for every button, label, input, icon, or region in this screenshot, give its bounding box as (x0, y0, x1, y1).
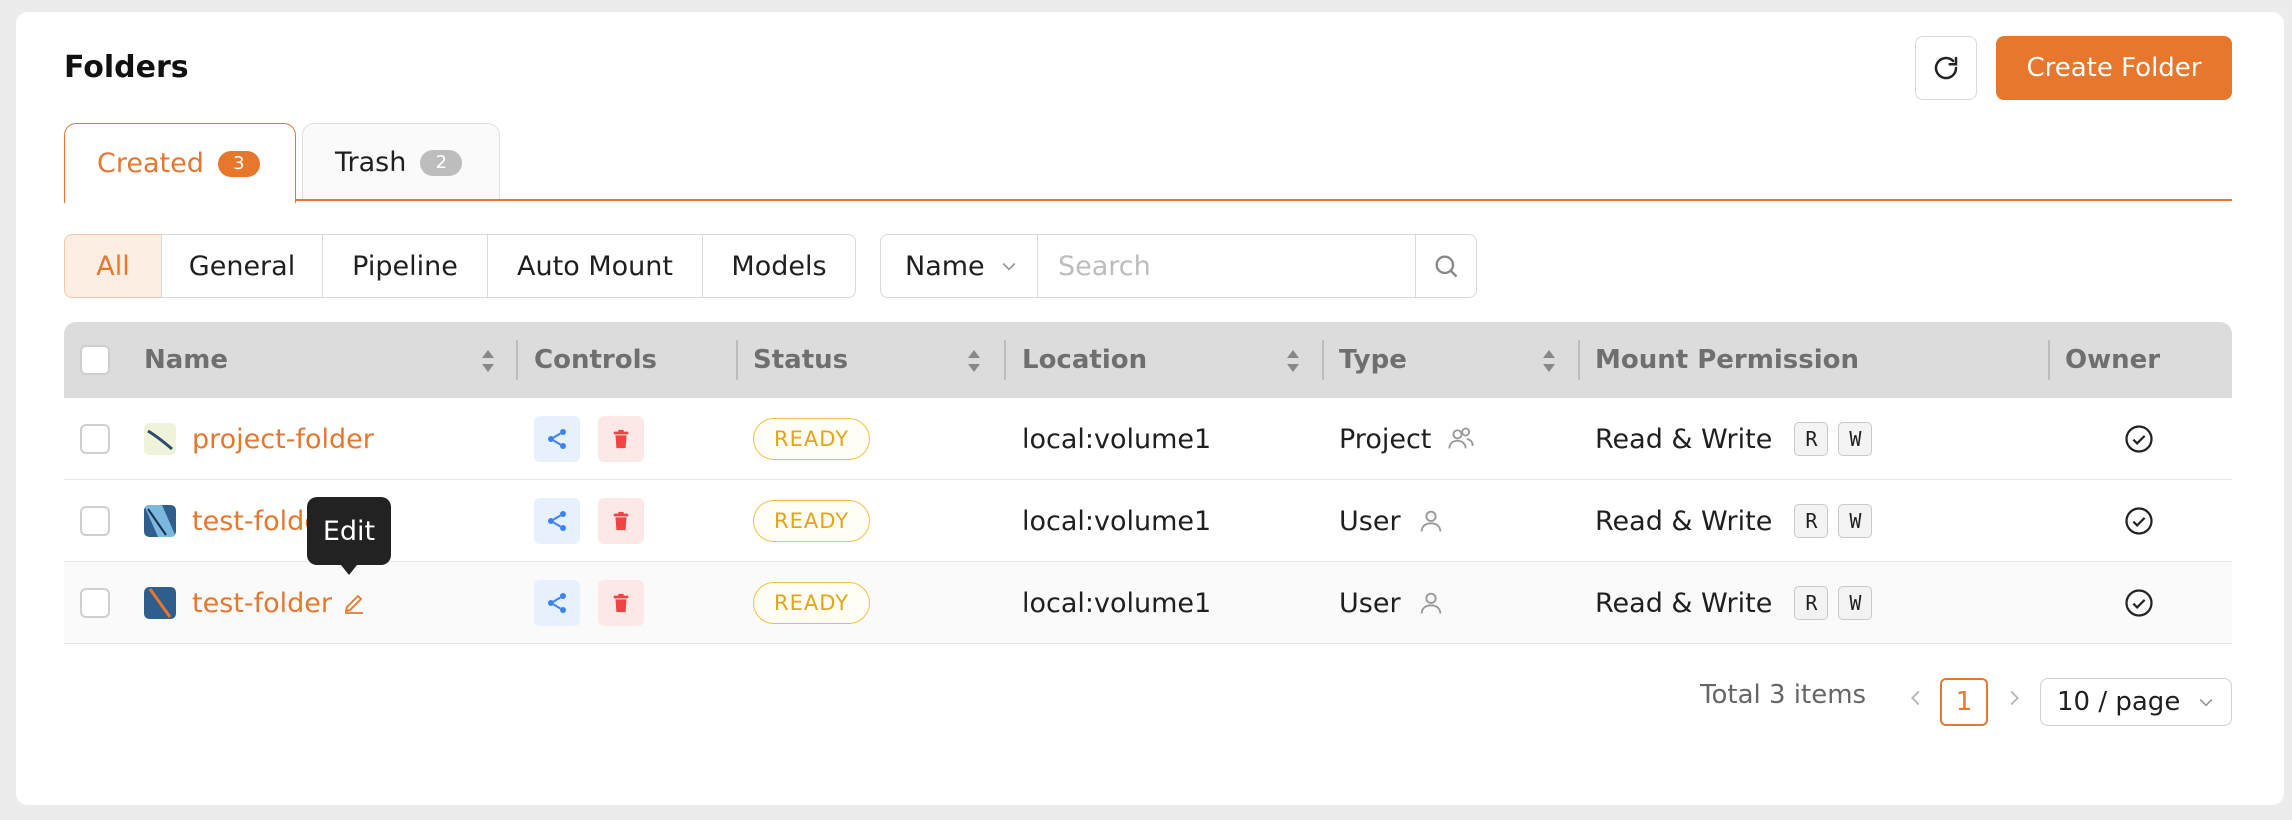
column-type[interactable]: Type (1339, 322, 1407, 398)
filter-general[interactable]: General (161, 234, 323, 298)
check-circle-icon (2125, 589, 2153, 617)
table-row: test-folder READY local:volume1 User Rea… (64, 562, 2232, 644)
count-badge: 2 (420, 149, 463, 176)
delete-button[interactable] (598, 580, 644, 626)
search-input[interactable] (1037, 234, 1416, 298)
refresh-button[interactable] (1915, 36, 1977, 100)
column-name[interactable]: Name (144, 322, 228, 398)
create-folder-button[interactable]: Create Folder (1996, 36, 2232, 100)
project-icon (1448, 427, 1474, 449)
type-text: User (1339, 587, 1401, 619)
row-checkbox[interactable] (80, 588, 110, 618)
trash-icon (613, 511, 629, 531)
chevron-right-icon (2010, 690, 2019, 706)
folder-type-icon (144, 505, 176, 537)
delete-button[interactable] (598, 498, 644, 544)
search-field-value: Name (905, 250, 985, 282)
sort-icon[interactable] (1286, 348, 1300, 374)
status-badge: READY (753, 582, 871, 624)
read-key: R (1794, 422, 1829, 456)
column-status[interactable]: Status (753, 322, 848, 398)
page-title: Folders (64, 50, 189, 85)
user-icon (1420, 510, 1441, 532)
page-size-value: 10 / page (2057, 687, 2181, 717)
write-key: W (1838, 422, 1873, 456)
search-button[interactable] (1415, 234, 1477, 298)
folder-type-icon (144, 423, 176, 455)
column-location[interactable]: Location (1022, 322, 1147, 398)
row-checkbox[interactable] (80, 424, 110, 454)
column-divider (1578, 340, 1580, 380)
column-divider (2048, 340, 2050, 380)
column-divider (516, 340, 518, 380)
folder-name-link[interactable]: test-folder (192, 588, 332, 619)
page-number-button[interactable]: 1 (1940, 678, 1988, 726)
location-text: local:volume1 (1022, 505, 1212, 537)
column-divider (736, 340, 738, 380)
location-text: local:volume1 (1022, 423, 1212, 455)
share-button[interactable] (534, 416, 580, 462)
location-text: local:volume1 (1022, 587, 1212, 619)
tab-underline (64, 199, 2232, 201)
table-header: Name Controls Status Location Type Mount… (64, 322, 2232, 398)
permission-text: Read & Write (1595, 587, 1773, 619)
chevron-down-icon (2199, 698, 2213, 707)
trash-icon (613, 429, 629, 449)
sort-icon[interactable] (967, 348, 981, 374)
chevron-down-icon (1002, 262, 1016, 271)
permission-text: Read & Write (1595, 505, 1773, 537)
status-badge: READY (753, 418, 871, 460)
tab-trash[interactable]: Trash 2 (302, 123, 500, 201)
chevron-left-icon (1911, 690, 1920, 706)
prev-page-button[interactable] (1905, 684, 1927, 719)
filter-all[interactable]: All (64, 234, 162, 298)
type-text: Project (1339, 423, 1432, 455)
share-icon (548, 511, 566, 531)
filter-auto-mount[interactable]: Auto Mount (487, 234, 703, 298)
write-key: W (1838, 586, 1873, 620)
check-circle-icon (2125, 507, 2153, 535)
filter-models[interactable]: Models (702, 234, 856, 298)
filter-pipeline[interactable]: Pipeline (322, 234, 488, 298)
search-field-select[interactable]: Name (880, 234, 1038, 298)
edit-tooltip: Edit (307, 497, 391, 575)
column-divider (1322, 340, 1324, 380)
permission-text: Read & Write (1595, 423, 1773, 455)
column-controls: Controls (534, 345, 657, 375)
read-key: R (1794, 504, 1829, 538)
folder-name-link[interactable]: project-folder (192, 424, 374, 455)
count-badge: 3 (217, 150, 260, 177)
read-key: R (1794, 586, 1829, 620)
total-items-text: Total 3 items (1700, 680, 1867, 710)
edit-icon[interactable] (342, 591, 366, 615)
search-icon (1435, 255, 1458, 278)
user-icon (1420, 592, 1441, 614)
column-divider (1004, 340, 1006, 380)
tab-label: Created (97, 148, 204, 179)
table-row: project-folder READY local:volume1 Proje… (64, 398, 2232, 480)
folder-type-icon (144, 587, 176, 619)
share-icon (548, 593, 566, 613)
tab-label: Trash (335, 147, 407, 178)
share-icon (548, 429, 566, 449)
next-page-button[interactable] (2003, 684, 2025, 719)
status-badge: READY (753, 500, 871, 542)
column-mount-permission: Mount Permission (1595, 345, 1859, 375)
check-circle-icon (2125, 425, 2153, 453)
sort-icon[interactable] (1542, 348, 1556, 374)
trash-icon (613, 593, 629, 613)
page-size-select[interactable]: 10 / page (2040, 678, 2232, 726)
type-text: User (1339, 505, 1401, 537)
row-checkbox[interactable] (80, 506, 110, 536)
delete-button[interactable] (598, 416, 644, 462)
write-key: W (1838, 504, 1873, 538)
refresh-icon (1934, 56, 1958, 80)
share-button[interactable] (534, 498, 580, 544)
select-all-checkbox[interactable] (80, 345, 110, 375)
tab-created[interactable]: Created 3 (64, 123, 296, 203)
share-button[interactable] (534, 580, 580, 626)
column-owner: Owner (2065, 345, 2161, 375)
sort-icon[interactable] (481, 348, 495, 374)
